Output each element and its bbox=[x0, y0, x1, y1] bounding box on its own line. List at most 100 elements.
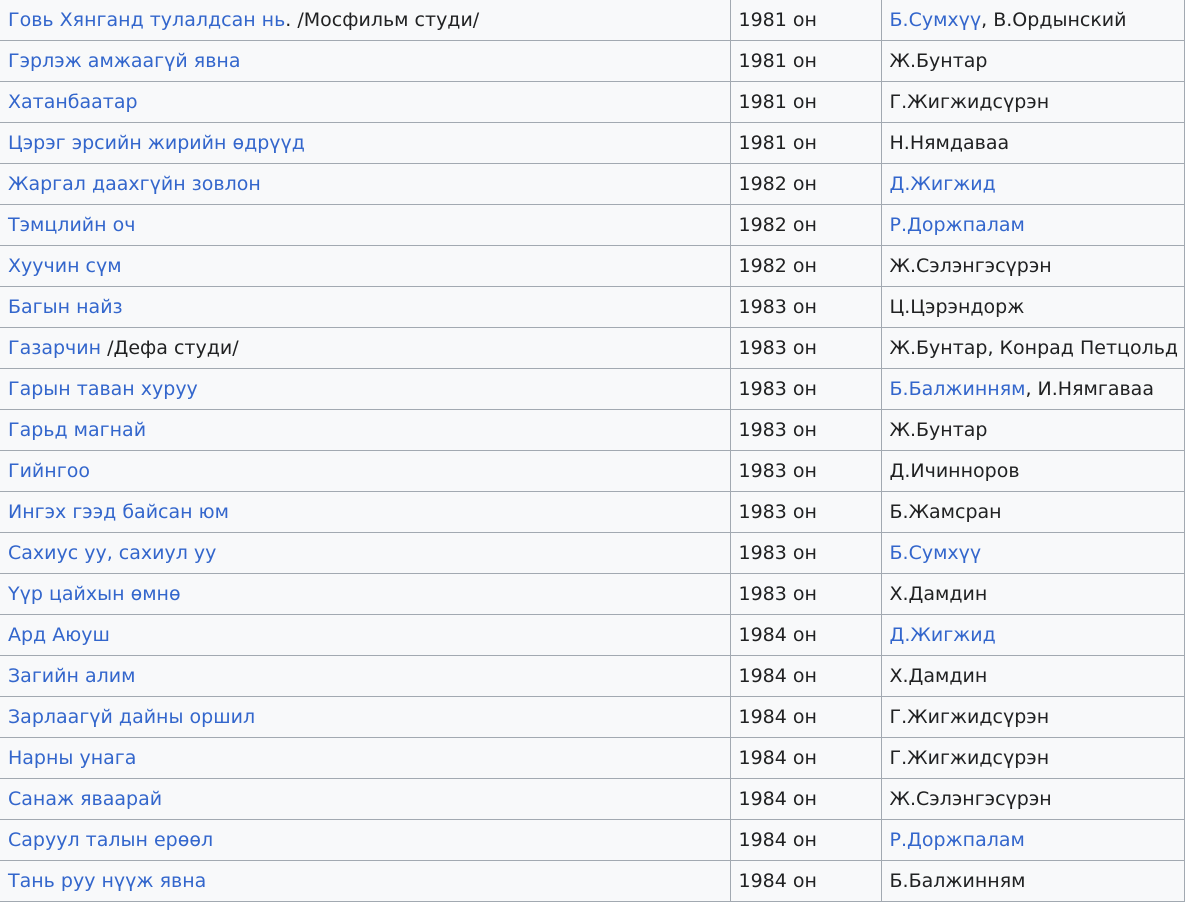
film-year-cell: 1982 он bbox=[729, 163, 882, 205]
table-row: Багын найз 1983 он Ц.Цэрэндорж bbox=[0, 286, 1185, 328]
film-year-cell: 1983 он bbox=[729, 573, 882, 615]
film-director-cell: Г.Жигжидсүрэн bbox=[880, 737, 1185, 779]
film-title-link[interactable]: Хатанбаатар bbox=[8, 91, 138, 113]
film-title-link[interactable]: Тэмцлийн оч bbox=[8, 214, 135, 236]
film-title-link[interactable]: Жаргал даахгүйн зовлон bbox=[8, 173, 261, 195]
director-link[interactable]: Б.Сумхүү bbox=[890, 542, 982, 564]
director-link[interactable]: Р.Доржпалам bbox=[890, 214, 1025, 236]
film-year: 1983 он bbox=[738, 460, 817, 482]
film-year: 1984 он bbox=[738, 665, 817, 687]
film-year: 1984 он bbox=[738, 624, 817, 646]
film-year: 1981 он bbox=[738, 91, 817, 113]
film-year-cell: 1984 он bbox=[729, 696, 882, 738]
film-director-cell: Р.Доржпалам bbox=[880, 204, 1185, 246]
director-name: , И.Нямгаваа bbox=[1025, 378, 1154, 400]
film-year: 1984 он bbox=[738, 788, 817, 810]
director-link[interactable]: Б.Балжинням bbox=[890, 378, 1026, 400]
director-name: Ж.Бунтар, Конрад Петцольд bbox=[889, 337, 1179, 359]
film-year: 1983 он bbox=[738, 583, 817, 605]
film-title-link[interactable]: Зарлаагүй дайны оршил bbox=[8, 706, 255, 728]
film-title-cell: Гийнгоо bbox=[0, 450, 731, 492]
film-title-cell: Зарлаагүй дайны оршил bbox=[0, 696, 731, 738]
film-title-link[interactable]: Цэрэг эрсийн жирийн өдрүүд bbox=[8, 132, 305, 154]
table-row: Газарчин /Дефа студи/1983 он Ж.Бунтар, Ко… bbox=[0, 327, 1185, 369]
film-title-link[interactable]: Газарчин bbox=[8, 337, 101, 359]
table-row: Хатанбаатар 1981 он Г.Жигжидсүрэн bbox=[0, 81, 1185, 123]
film-year-cell: 1983 он bbox=[729, 286, 882, 328]
director-name: Ж.Бунтар bbox=[889, 419, 988, 441]
film-year: 1984 он bbox=[738, 747, 817, 769]
film-title-link[interactable]: Санаж яваарай bbox=[8, 788, 162, 810]
film-title-link[interactable]: Гарьд магнай bbox=[8, 419, 146, 441]
film-title-link[interactable]: Тань руу нүүж явна bbox=[8, 870, 206, 892]
film-year-cell: 1984 он bbox=[729, 614, 882, 656]
film-title-cell: Ард Аюуш bbox=[0, 614, 731, 656]
film-year: 1983 он bbox=[738, 337, 817, 359]
film-year-cell: 1982 он bbox=[729, 204, 882, 246]
film-title-cell: Саруул талын ерөөл bbox=[0, 819, 731, 861]
film-title-cell: Үүр цайхын өмнө bbox=[0, 573, 731, 615]
film-director-cell: Б.Жамсран bbox=[880, 491, 1185, 533]
film-title-link[interactable]: Гарын таван хуруу bbox=[8, 378, 198, 400]
table-row: Тэмцлийн оч 1982 он Р.Доржпалам bbox=[0, 204, 1185, 246]
table-row: Гэрлэж амжаагүй явна 1981 он Ж.Бунтар bbox=[0, 40, 1185, 82]
table-row: Сахиус уу, сахиул уу 1983 он Б.Сумхүү bbox=[0, 532, 1185, 574]
director-link[interactable]: Д.Жигжид bbox=[890, 173, 996, 195]
film-director-cell: Г.Жигжидсүрэн bbox=[880, 81, 1185, 123]
film-title-note: . /Мосфильм студи/ bbox=[285, 9, 480, 31]
film-title-link[interactable]: Ард Аюуш bbox=[8, 624, 110, 646]
film-year-cell: 1981 он bbox=[729, 0, 882, 41]
film-title-link[interactable]: Гийнгоо bbox=[8, 460, 90, 482]
film-title-note: /Дефа студи/ bbox=[101, 337, 239, 359]
film-title-link[interactable]: Говь Хянганд тулалдсан нь bbox=[8, 9, 285, 31]
film-year: 1984 он bbox=[738, 870, 817, 892]
film-title-link[interactable]: Саруул талын ерөөл bbox=[8, 829, 213, 851]
table-row: Саруул талын ерөөл 1984 он Р.Доржпалам bbox=[0, 819, 1185, 861]
film-title-cell: Хатанбаатар bbox=[0, 81, 731, 123]
table-row: Санаж яваарай 1984 он Ж.Сэлэнгэсүрэн bbox=[0, 778, 1185, 820]
film-director-cell: Ж.Сэлэнгэсүрэн bbox=[880, 245, 1185, 287]
film-title-link[interactable]: Хуучин сүм bbox=[8, 255, 122, 277]
table-row: Жаргал даахгүйн зовлон 1982 он Д.Жигжид bbox=[0, 163, 1185, 205]
film-year-cell: 1981 он bbox=[729, 81, 882, 123]
film-title-link[interactable]: Нарны унага bbox=[8, 747, 136, 769]
director-link[interactable]: Р.Доржпалам bbox=[890, 829, 1025, 851]
film-title-link[interactable]: Багын найз bbox=[8, 296, 123, 318]
table-row: Цэрэг эрсийн жирийн өдрүүд 1981 он Н.Нямда… bbox=[0, 122, 1185, 164]
table-row: Загийн алим 1984 он Х.Дамдин bbox=[0, 655, 1185, 697]
film-year-cell: 1981 он bbox=[729, 40, 882, 82]
film-director-cell: Ж.Сэлэнгэсүрэн bbox=[880, 778, 1185, 820]
film-year: 1981 он bbox=[738, 9, 817, 31]
film-year: 1981 он bbox=[738, 132, 817, 154]
director-name: Б.Жамсран bbox=[889, 501, 1002, 523]
film-title-cell: Загийн алим bbox=[0, 655, 731, 697]
film-title-cell: Жаргал даахгүйн зовлон bbox=[0, 163, 731, 205]
table-row: Ингэх гээд байсан юм 1983 он Б.Жамсран bbox=[0, 491, 1185, 533]
film-title-link[interactable]: Гэрлэж амжаагүй явна bbox=[8, 50, 241, 72]
films-table: Говь Хянганд тулалдсан нь. /Мосфильм сту… bbox=[0, 0, 1185, 902]
director-link[interactable]: Б.Сумхүү bbox=[890, 9, 982, 31]
director-link[interactable]: Д.Жигжид bbox=[890, 624, 996, 646]
film-director-cell: Х.Дамдин bbox=[880, 655, 1185, 697]
director-name: , В.Ордынский bbox=[981, 9, 1127, 31]
film-year-cell: 1984 он bbox=[729, 655, 882, 697]
film-title-cell: Цэрэг эрсийн жирийн өдрүүд bbox=[0, 122, 731, 164]
film-year-cell: 1982 он bbox=[729, 245, 882, 287]
film-title-link[interactable]: Сахиус уу, сахиул уу bbox=[8, 542, 216, 564]
film-title-link[interactable]: Үүр цайхын өмнө bbox=[8, 583, 181, 605]
film-title-link[interactable]: Ингэх гээд байсан юм bbox=[8, 501, 229, 523]
film-title-link[interactable]: Загийн алим bbox=[8, 665, 135, 687]
film-title-cell: Гарьд магнай bbox=[0, 409, 731, 451]
film-director-cell: Х.Дамдин bbox=[880, 573, 1185, 615]
film-title-cell: Нарны унага bbox=[0, 737, 731, 779]
film-director-cell: Б.Сумхүү, В.Ордынский bbox=[880, 0, 1185, 41]
director-name: Ж.Бунтар bbox=[889, 50, 988, 72]
director-name: Г.Жигжидсүрэн bbox=[889, 706, 1050, 728]
film-title-cell: Санаж яваарай bbox=[0, 778, 731, 820]
director-name: Н.Нямдаваа bbox=[889, 132, 1010, 154]
table-row: Үүр цайхын өмнө 1983 он Х.Дамдин bbox=[0, 573, 1185, 615]
film-year: 1983 он bbox=[738, 296, 817, 318]
film-title-cell: Гэрлэж амжаагүй явна bbox=[0, 40, 731, 82]
film-year: 1983 он bbox=[738, 378, 817, 400]
director-name: Ж.Сэлэнгэсүрэн bbox=[889, 788, 1052, 810]
